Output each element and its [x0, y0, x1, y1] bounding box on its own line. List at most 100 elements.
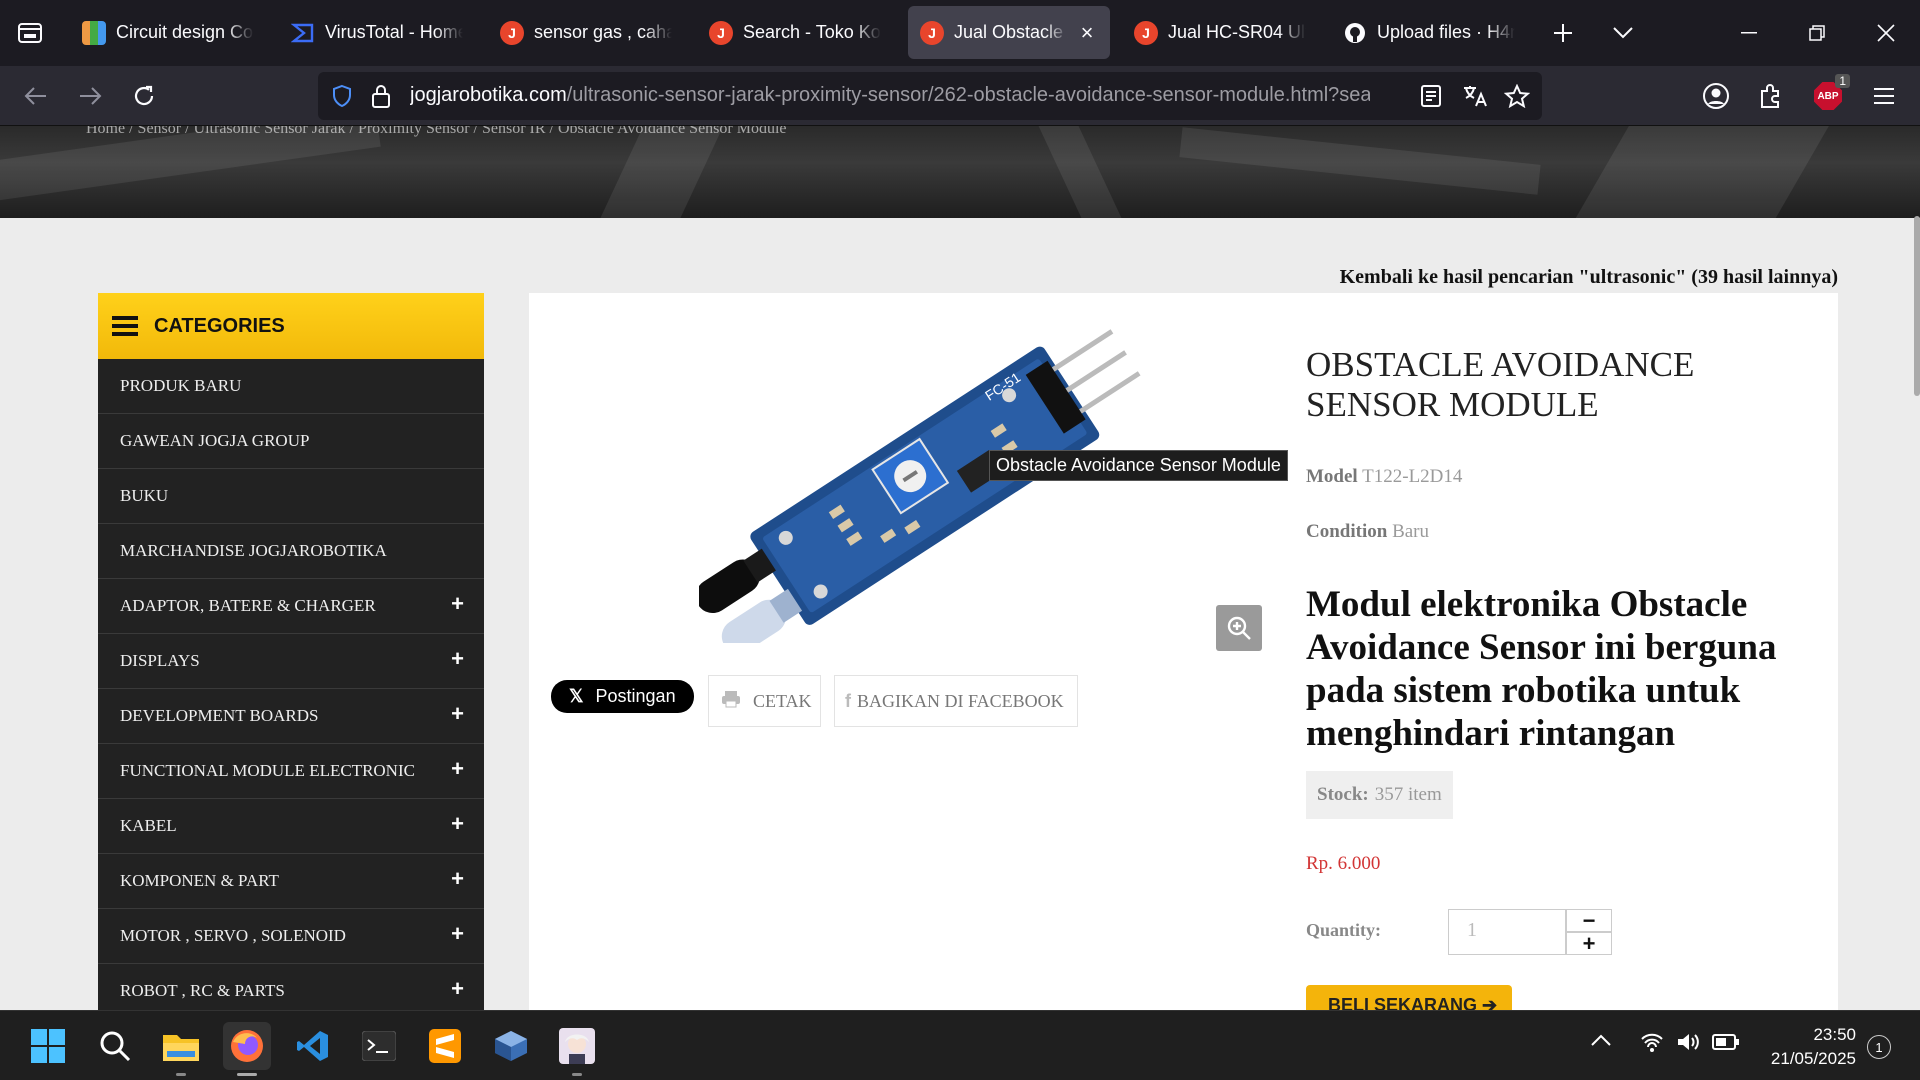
- quantity-input[interactable]: 1: [1448, 909, 1566, 955]
- chevron-down-icon[interactable]: [1598, 10, 1648, 56]
- category-label: DISPLAYS: [120, 651, 200, 670]
- tracking-protection-shield-icon[interactable]: [330, 84, 354, 113]
- reader-view-icon[interactable]: [1420, 84, 1442, 113]
- quantity-increase-button[interactable]: +: [1566, 931, 1612, 956]
- tab-virustotal[interactable]: VirusTotal - Home: [279, 6, 475, 59]
- condition-value: Baru: [1392, 521, 1429, 542]
- categories-header[interactable]: CATEGORIES: [98, 293, 484, 359]
- vscode-icon[interactable]: [289, 1022, 337, 1070]
- x-logo-icon: 𝕏: [569, 686, 584, 706]
- category-item-functional-module[interactable]: FUNCTIONAL MODULE ELECTRONIC +: [98, 744, 484, 799]
- tab-obstacle-avoidance[interactable]: J Jual Obstacle Avoidance ×: [908, 6, 1110, 59]
- terminal-icon[interactable]: [355, 1022, 403, 1070]
- jogjarobotika-icon: J: [500, 20, 524, 45]
- print-button[interactable]: CETAK: [708, 675, 821, 727]
- expand-plus-icon[interactable]: +: [451, 976, 464, 1002]
- category-item-dev-boards[interactable]: DEVELOPMENT BOARDS +: [98, 689, 484, 744]
- lock-icon[interactable]: [370, 83, 392, 114]
- bookmark-star-icon[interactable]: [1503, 83, 1531, 113]
- tab-hc-sr04[interactable]: J Jual HC-SR04 Ultrasonic: [1122, 6, 1318, 59]
- back-arrow-icon[interactable]: [18, 78, 54, 114]
- share-facebook-button[interactable]: f BAGIKAN DI FACEBOOK: [834, 675, 1078, 727]
- firefox-view-icon[interactable]: [12, 16, 48, 50]
- url-text[interactable]: jogjarobotika.com/ultrasonic-sensor-jara…: [410, 84, 1370, 107]
- product-model: Model T122-L2D14: [1306, 466, 1462, 488]
- product-condition: Condition Baru: [1306, 521, 1429, 543]
- forward-arrow-icon[interactable]: [72, 78, 108, 114]
- category-item-adaptor[interactable]: ADAPTOR, BATERE & CHARGER +: [98, 579, 484, 634]
- expand-plus-icon[interactable]: +: [451, 921, 464, 947]
- breadcrumb[interactable]: Home / Sensor / Ultrasonic Sensor Jarak …: [86, 126, 787, 138]
- running-indicator: [176, 1073, 186, 1076]
- category-label: GAWEAN JOGJA GROUP: [120, 431, 310, 450]
- category-item-robot[interactable]: ROBOT , RC & PARTS +: [98, 964, 484, 1010]
- minimize-icon[interactable]: [1724, 10, 1774, 56]
- category-item-buku[interactable]: BUKU: [98, 469, 484, 524]
- model-value: T122-L2D14: [1362, 466, 1463, 487]
- clock-date: 21/05/2025: [1770, 1049, 1856, 1068]
- extensions-icon[interactable]: [1753, 78, 1789, 114]
- category-item-displays[interactable]: DISPLAYS +: [98, 634, 484, 689]
- browser-tab-bar: Circuit design Copy of Sens VirusTotal -…: [0, 0, 1920, 66]
- stock-badge: Stock: 357 item: [1306, 771, 1453, 819]
- close-window-icon[interactable]: [1861, 10, 1911, 56]
- tab-github-upload[interactable]: Upload files · H4nd: [1331, 6, 1527, 59]
- restore-icon[interactable]: [1792, 10, 1842, 56]
- notification-badge[interactable]: 1: [1867, 1035, 1891, 1059]
- expand-plus-icon[interactable]: +: [451, 811, 464, 837]
- windows-taskbar: 23:50 21/05/2025 1: [0, 1010, 1920, 1080]
- virtualbox-icon[interactable]: [487, 1022, 535, 1070]
- x-post-button[interactable]: 𝕏 Postingan: [551, 680, 694, 713]
- category-item-motor[interactable]: MOTOR , SERVO , SOLENOID +: [98, 909, 484, 964]
- reload-icon[interactable]: [126, 78, 162, 114]
- firefox-icon[interactable]: [223, 1022, 271, 1076]
- sublime-text-icon[interactable]: [421, 1022, 469, 1070]
- translate-icon[interactable]: [1462, 84, 1488, 113]
- category-item-kabel[interactable]: KABEL +: [98, 799, 484, 854]
- quantity-decrease-button[interactable]: −: [1566, 908, 1612, 933]
- tab-title: Jual HC-SR04 Ultrasonic: [1168, 22, 1306, 42]
- back-to-search-link[interactable]: Kembali ke hasil pencarian "ultrasonic" …: [1340, 266, 1838, 289]
- expand-plus-icon[interactable]: +: [451, 646, 464, 672]
- category-item-gawean-jogja[interactable]: GAWEAN JOGJA GROUP: [98, 414, 484, 469]
- category-item-produk-baru[interactable]: PRODUK BARU: [98, 359, 484, 414]
- search-icon[interactable]: [91, 1022, 139, 1070]
- battery-icon[interactable]: [1712, 1033, 1740, 1056]
- zoom-in-icon[interactable]: [1216, 605, 1262, 651]
- tab-sensor-gas[interactable]: J sensor gas , cahaya, sensor: [488, 6, 684, 59]
- page-scrollbar[interactable]: [1914, 216, 1920, 396]
- tab-search-toko[interactable]: J Search - Toko Komponen: [697, 6, 893, 59]
- jogjarobotika-icon: J: [1134, 20, 1158, 45]
- quantity-label: Quantity:: [1306, 920, 1382, 940]
- product-image[interactable]: FC-51: [695, 323, 1159, 654]
- new-tab-icon[interactable]: [1538, 10, 1588, 56]
- tab-title: Circuit design Copy of Sens: [116, 22, 254, 42]
- close-tab-icon[interactable]: ×: [1076, 20, 1098, 46]
- github-icon: [1343, 21, 1367, 45]
- volume-icon[interactable]: [1676, 1031, 1702, 1058]
- category-item-marchandise[interactable]: MARCHANDISE JOGJAROBOTIKA: [98, 524, 484, 579]
- stock-label: Stock:: [1317, 784, 1369, 805]
- system-clock[interactable]: 23:50 21/05/2025: [1756, 1023, 1856, 1071]
- categories-title: CATEGORIES: [154, 314, 285, 337]
- anime-avatar-app-icon[interactable]: [553, 1022, 601, 1076]
- expand-plus-icon[interactable]: +: [451, 866, 464, 892]
- hamburger-menu-icon[interactable]: [1866, 78, 1902, 114]
- tab-circuit-design[interactable]: Circuit design Copy of Sens: [70, 6, 266, 59]
- product-panel: FC-51 Obstacle Avoidance Sensor Module 𝕏…: [529, 293, 1838, 1015]
- url-path: /ultrasonic-sensor-jarak-proximity-senso…: [566, 84, 1370, 106]
- file-explorer-icon[interactable]: [157, 1022, 205, 1076]
- hero-banner: Home / Sensor / Ultrasonic Sensor Jarak …: [0, 126, 1920, 218]
- category-label: KOMPONEN & PART: [120, 871, 279, 890]
- account-icon[interactable]: [1698, 78, 1734, 114]
- expand-plus-icon[interactable]: +: [451, 701, 464, 727]
- expand-plus-icon[interactable]: +: [451, 756, 464, 782]
- adblock-plus-icon[interactable]: ABP 1: [1810, 74, 1850, 114]
- clock-time: 23:50: [1813, 1025, 1856, 1044]
- chevron-up-icon[interactable]: [1590, 1033, 1612, 1052]
- url-bar[interactable]: jogjarobotika.com/ultrasonic-sensor-jara…: [318, 72, 1542, 120]
- windows-start-icon[interactable]: [24, 1022, 72, 1070]
- expand-plus-icon[interactable]: +: [451, 591, 464, 617]
- wifi-icon[interactable]: [1640, 1031, 1664, 1058]
- category-item-komponen[interactable]: KOMPONEN & PART +: [98, 854, 484, 909]
